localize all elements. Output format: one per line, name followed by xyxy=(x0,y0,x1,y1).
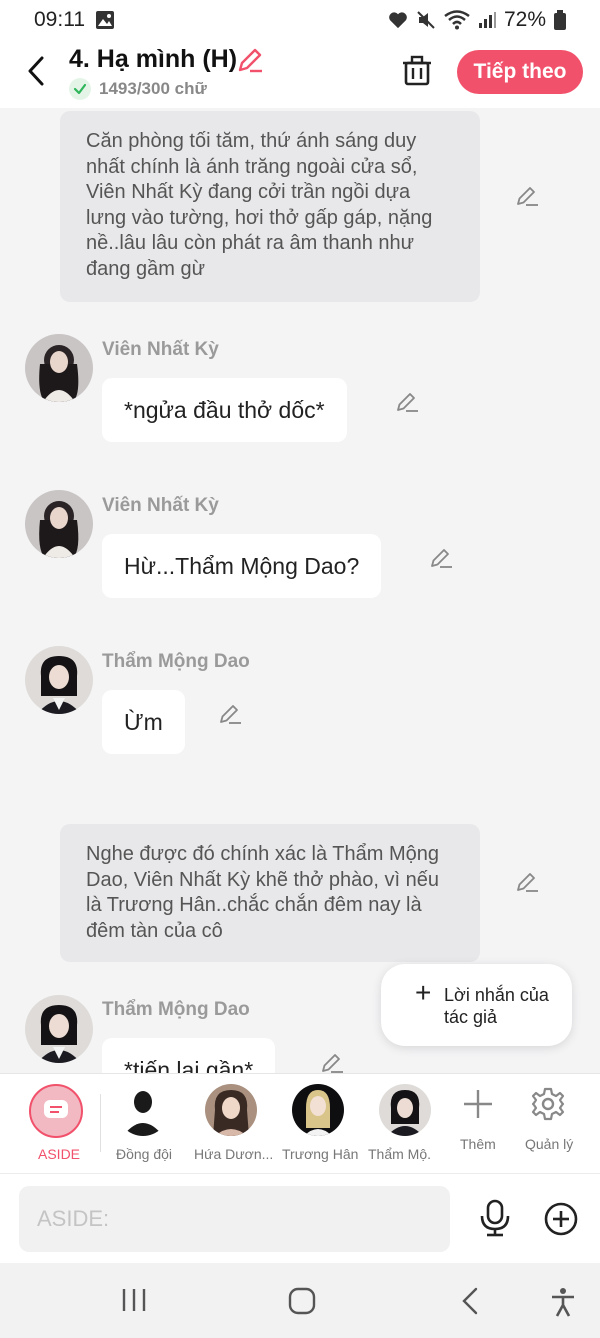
character-avatar xyxy=(379,1084,431,1136)
edit-icon[interactable] xyxy=(515,184,539,208)
character-label: Hứa Dươn... xyxy=(194,1146,274,1162)
wifi-icon xyxy=(444,10,470,30)
character-hua-duong[interactable]: Hứa Dươn... xyxy=(192,1074,274,1174)
character-bar: ASIDE Đồng đội Hứa Dươn... Trương Hân Th… xyxy=(0,1073,600,1173)
battery-percent: 72% xyxy=(503,8,546,31)
chapter-title[interactable]: 4. Hạ mình (H) xyxy=(69,45,237,74)
edit-icon[interactable] xyxy=(395,390,419,414)
message-bubble[interactable]: Hừ...Thẩm Mộng Dao? xyxy=(102,534,382,598)
word-count: 1493/300 chữ xyxy=(69,78,207,100)
divider xyxy=(100,1094,101,1152)
trash-icon[interactable] xyxy=(400,54,434,88)
character-avatar xyxy=(292,1084,344,1136)
back-arrow-icon[interactable] xyxy=(22,54,50,88)
next-button[interactable]: Tiếp theo xyxy=(457,50,583,94)
add-character-button[interactable]: Thêm xyxy=(448,1074,508,1174)
character-label: ASIDE xyxy=(38,1146,81,1162)
character-label: Quản lý xyxy=(525,1136,574,1152)
heart-icon xyxy=(389,12,407,29)
plus-icon xyxy=(464,1090,492,1118)
character-label: Thêm xyxy=(460,1136,496,1152)
character-truong-han[interactable]: Trương Hân xyxy=(278,1074,360,1174)
plus-icon: + xyxy=(415,977,432,1008)
character-label: Đồng đội xyxy=(116,1146,173,1162)
character-teammate[interactable]: Đồng đội xyxy=(108,1074,194,1174)
chat-area[interactable]: Căn phòng tối tăm, thứ ánh sáng duy nhất… xyxy=(0,108,600,1073)
image-notification-icon xyxy=(96,11,114,29)
add-circle-icon[interactable] xyxy=(543,1201,579,1237)
aside-icon xyxy=(29,1084,83,1138)
author-note-label: Lời nhắn của tác giả xyxy=(444,985,549,1027)
edit-icon[interactable] xyxy=(218,702,242,726)
sender-name: Viên Nhất Kỳ xyxy=(102,339,219,360)
message-bubble[interactable]: *tiến lại gần* xyxy=(102,1038,276,1073)
narration-block[interactable]: Căn phòng tối tăm, thứ ánh sáng duy nhất… xyxy=(60,111,480,302)
check-icon xyxy=(69,78,91,100)
character-aside[interactable]: ASIDE xyxy=(0,1074,112,1174)
recent-apps-icon[interactable] xyxy=(120,1287,148,1313)
avatar-tham-mong-dao[interactable] xyxy=(25,646,93,714)
character-label: Thẩm Mộ. xyxy=(368,1146,432,1162)
silhouette-avatar xyxy=(117,1084,169,1136)
sender-name: Thẩm Mộng Dao xyxy=(102,999,250,1020)
avatar-tham-mong-dao[interactable] xyxy=(25,995,93,1063)
author-note-button[interactable]: + Lời nhắn của tác giả xyxy=(381,964,572,1046)
microphone-icon[interactable] xyxy=(478,1198,512,1238)
message-bubble[interactable]: Ừm xyxy=(102,690,185,754)
home-icon[interactable] xyxy=(288,1287,316,1315)
system-nav-bar xyxy=(0,1263,600,1338)
message-input[interactable] xyxy=(19,1186,450,1252)
status-time: 09:11 xyxy=(34,8,85,31)
character-tham-mong-dao[interactable]: Thẩm Mộ. xyxy=(364,1074,438,1174)
battery-icon xyxy=(554,10,566,30)
mute-icon xyxy=(417,11,435,29)
manage-button[interactable]: Quản lý xyxy=(518,1074,582,1174)
back-nav-icon[interactable] xyxy=(460,1287,480,1315)
edit-title-icon[interactable] xyxy=(236,46,264,74)
avatar-vien-nhat-ky[interactable] xyxy=(25,490,93,558)
sender-name: Viên Nhất Kỳ xyxy=(102,495,219,516)
message-bubble[interactable]: *ngửa đầu thở dốc* xyxy=(102,378,347,442)
signal-icon xyxy=(478,12,496,28)
edit-icon[interactable] xyxy=(320,1051,344,1073)
word-count-text: 1493/300 chữ xyxy=(99,79,207,98)
status-bar: 09:11 72% xyxy=(0,0,600,40)
message-composer xyxy=(0,1173,600,1263)
accessibility-icon[interactable] xyxy=(550,1287,576,1317)
character-label: Trương Hân xyxy=(282,1146,359,1162)
chapter-header: 4. Hạ mình (H) 1493/300 chữ Tiếp theo xyxy=(0,40,600,108)
sender-name: Thẩm Mộng Dao xyxy=(102,651,250,672)
edit-icon[interactable] xyxy=(515,870,539,894)
gear-icon xyxy=(531,1087,565,1121)
narration-block[interactable]: Nghe được đó chính xác là Thẩm Mộng Dao,… xyxy=(60,824,480,962)
character-avatar xyxy=(205,1084,257,1136)
edit-icon[interactable] xyxy=(429,546,453,570)
avatar-vien-nhat-ky[interactable] xyxy=(25,334,93,402)
